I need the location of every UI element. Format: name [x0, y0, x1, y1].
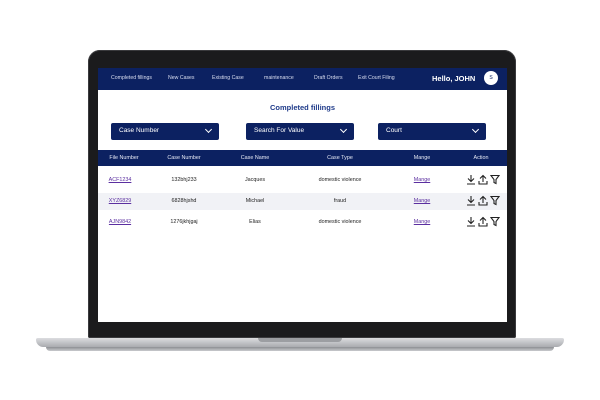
filter-icon[interactable]: [490, 216, 500, 227]
table-row: AJN9842 1276jkhjgaj Elias domestic viole…: [98, 214, 507, 231]
table-header: File Number Case Number Case Name Case T…: [98, 150, 507, 166]
download-icon[interactable]: [466, 216, 476, 227]
file-number-link[interactable]: AJN9842: [109, 219, 131, 225]
row-actions: [466, 195, 502, 207]
header-case-number[interactable]: Case Number: [167, 155, 200, 161]
manage-link[interactable]: Mange: [414, 219, 430, 225]
filter-icon[interactable]: [490, 195, 500, 206]
file-number-link[interactable]: ACF1234: [109, 177, 132, 183]
manage-link[interactable]: Mange: [414, 198, 430, 204]
court-dropdown[interactable]: Court: [378, 123, 486, 140]
page-title: Completed fillings: [269, 103, 335, 112]
table-row: ACF1234 132bhj233 Jacques domestic viole…: [98, 172, 507, 189]
header-file-number[interactable]: File Number: [109, 155, 138, 161]
nav-existing-case[interactable]: Existing Case: [212, 75, 244, 81]
nav-completed-fillings[interactable]: Completed fillings: [111, 75, 152, 81]
nav-new-cases[interactable]: New Cases: [168, 75, 195, 81]
case-number-dropdown-label: Case Number: [119, 127, 160, 134]
upload-icon[interactable]: [478, 174, 488, 185]
table-row: XYZ6829 6828hjshd Michael fraud Mange: [98, 193, 507, 210]
header-case-name[interactable]: Case Name: [241, 155, 269, 161]
chevron-down-icon: [471, 125, 480, 134]
search-value-dropdown-label: Search For Value: [254, 127, 305, 134]
app-screen: Completed fillings New Cases Existing Ca…: [98, 68, 507, 322]
case-name-cell: Jacques: [244, 177, 266, 183]
chevron-down-icon: [339, 125, 348, 134]
upload-icon[interactable]: [478, 216, 488, 227]
upload-icon[interactable]: [478, 195, 488, 206]
header-case-type[interactable]: Case Type: [327, 155, 353, 161]
nav-exit-court-filing[interactable]: Exit Court Filing: [358, 75, 395, 81]
case-type-cell: fraud: [333, 198, 347, 204]
case-number-dropdown[interactable]: Case Number: [111, 123, 219, 140]
header-action[interactable]: Action: [474, 155, 489, 161]
laptop-notch: [258, 338, 342, 342]
nav-draft-orders[interactable]: Draft Orders: [314, 75, 343, 81]
case-number-cell: 1276jkhjgaj: [170, 219, 198, 225]
download-icon[interactable]: [466, 195, 476, 206]
avatar[interactable]: S: [484, 71, 498, 85]
top-navigation: Completed fillings New Cases Existing Ca…: [98, 68, 507, 90]
search-value-dropdown[interactable]: Search For Value: [246, 123, 354, 140]
court-dropdown-label: Court: [386, 127, 402, 134]
chevron-down-icon: [204, 125, 213, 134]
nav-maintenance[interactable]: maintenance: [264, 75, 294, 81]
user-greeting: Hello, JOHN: [432, 74, 476, 83]
manage-link[interactable]: Mange: [414, 177, 430, 183]
case-number-cell: 6828hjshd: [171, 198, 197, 204]
case-type-cell: domestic violence: [318, 219, 362, 225]
row-actions: [466, 174, 502, 186]
header-manage[interactable]: Mange: [414, 155, 430, 161]
case-type-cell: domestic violence: [318, 177, 362, 183]
case-name-cell: Michael: [245, 198, 265, 204]
download-icon[interactable]: [466, 174, 476, 185]
file-number-link[interactable]: XYZ6829: [109, 198, 131, 204]
filter-icon[interactable]: [490, 174, 500, 185]
case-name-cell: Elias: [249, 219, 261, 225]
case-number-cell: 132bhj233: [171, 177, 197, 183]
laptop-base-shadow: [46, 347, 554, 351]
row-actions: [466, 216, 502, 228]
